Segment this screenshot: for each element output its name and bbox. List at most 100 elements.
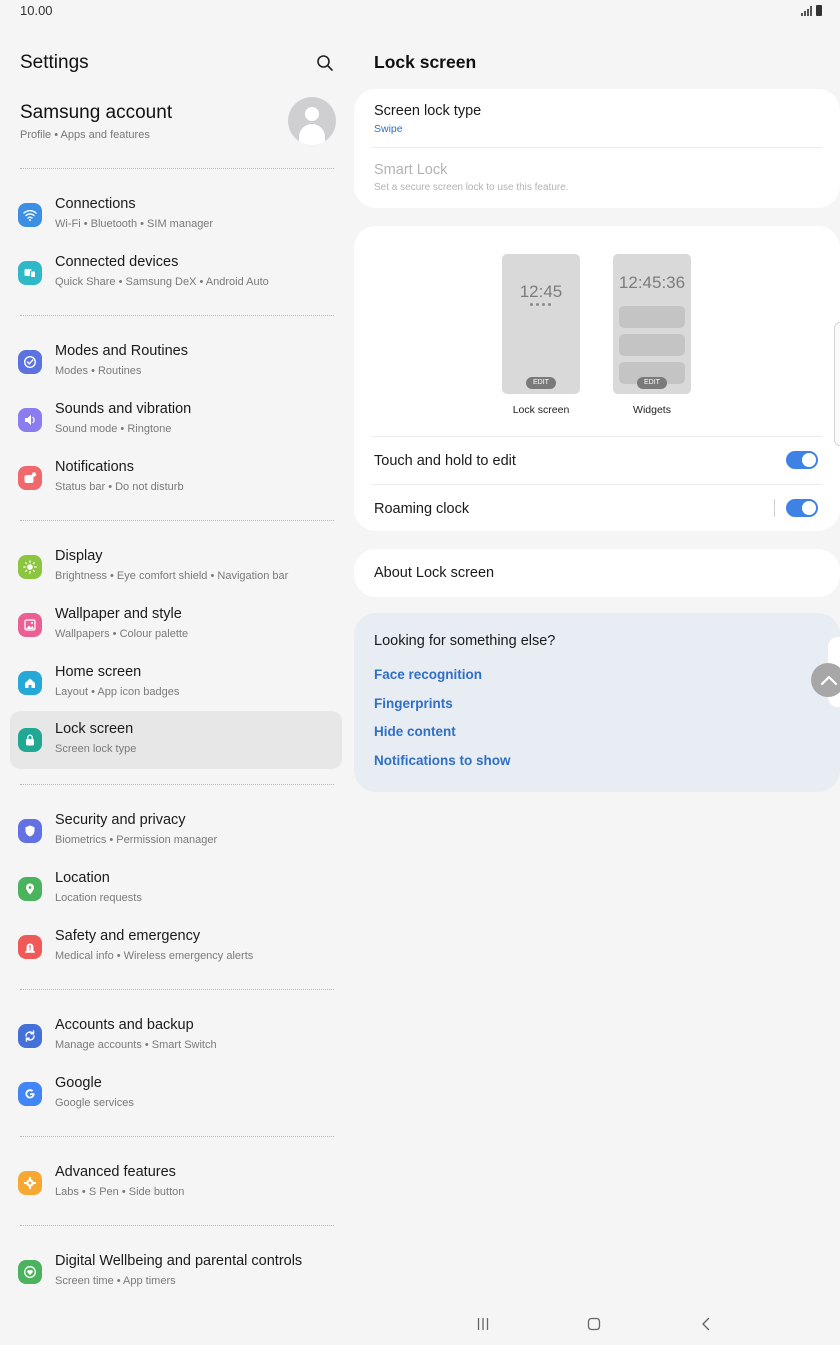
screen-lock-type-title: Screen lock type xyxy=(374,103,482,119)
settings-list-pane: Settings Samsung account Profile • Apps … xyxy=(0,22,352,1302)
wifi-icon xyxy=(18,203,42,227)
smart-lock-item: Smart Lock Set a secure screen lock to u… xyxy=(354,148,840,208)
item-title: Connected devices xyxy=(55,254,179,270)
lock-screen-detail-pane: Lock screen Screen lock type Swipe Smart… xyxy=(354,22,840,1302)
item-title: Advanced features xyxy=(55,1164,176,1180)
sun-icon xyxy=(18,555,42,579)
preview-dots xyxy=(530,303,551,306)
edit-chip: EDIT xyxy=(526,377,556,389)
battery-icon xyxy=(816,5,822,16)
item-title: Notifications xyxy=(55,459,134,475)
lock-icon xyxy=(18,728,42,752)
item-title: Digital Wellbeing and parental controls xyxy=(55,1253,303,1269)
divider xyxy=(20,1225,334,1226)
item-title: Connections xyxy=(55,196,136,212)
item-title: Google xyxy=(55,1075,102,1091)
check-circle-icon xyxy=(18,350,42,374)
divider xyxy=(20,1136,334,1137)
home-square-icon xyxy=(587,1317,601,1331)
item-subtitle: Brightness • Eye comfort shield • Naviga… xyxy=(55,570,289,582)
settings-item-advanced-features[interactable]: Advanced features Labs • S Pen • Side bu… xyxy=(10,1154,342,1212)
settings-item-home-screen[interactable]: Home screen Layout • App icon badges xyxy=(10,654,342,712)
item-subtitle: Labs • S Pen • Side button xyxy=(55,1186,185,1198)
link-hide-content[interactable]: Hide content xyxy=(374,724,456,739)
sync-icon xyxy=(18,1024,42,1048)
suggestions-heading: Looking for something else? xyxy=(374,633,556,649)
home-button[interactable] xyxy=(582,1313,606,1335)
item-subtitle: Google services xyxy=(55,1097,134,1109)
volume-icon xyxy=(18,408,42,432)
item-subtitle: Quick Share • Samsung DeX • Android Auto xyxy=(55,276,269,288)
lock-screen-preview-card: 12:45 EDIT Lock screen 12:45:36 EDIT Wid… xyxy=(354,226,840,531)
image-icon xyxy=(18,613,42,637)
edge-panel-handle[interactable] xyxy=(834,322,840,446)
settings-item-location[interactable]: Location Location requests xyxy=(10,860,342,918)
settings-item-security-and-privacy[interactable]: Security and privacy Biometrics • Permis… xyxy=(10,802,342,860)
settings-item-connections[interactable]: Connections Wi-Fi • Bluetooth • SIM mana… xyxy=(10,186,342,244)
settings-item-digital-wellbeing[interactable]: Digital Wellbeing and parental controls … xyxy=(10,1243,342,1301)
settings-item-safety-and-emergency[interactable]: Safety and emergency Medical info • Wire… xyxy=(10,918,342,976)
widgets-preview[interactable]: 12:45:36 EDIT xyxy=(613,254,691,394)
settings-item-connected-devices[interactable]: Connected devices Quick Share • Samsung … xyxy=(10,244,342,302)
scroll-up-button[interactable] xyxy=(811,663,840,697)
back-icon xyxy=(702,1317,710,1331)
settings-item-modes-and-routines[interactable]: Modes and Routines Modes • Routines xyxy=(10,333,342,391)
touch-and-hold-title: Touch and hold to edit xyxy=(374,453,516,469)
touch-and-hold-item[interactable]: Touch and hold to edit xyxy=(354,437,840,484)
item-subtitle: Manage accounts • Smart Switch xyxy=(55,1039,217,1051)
back-button[interactable] xyxy=(694,1313,718,1335)
item-title: Display xyxy=(55,548,103,564)
link-fingerprints[interactable]: Fingerprints xyxy=(374,696,453,711)
link-notifications-to-show[interactable]: Notifications to show xyxy=(374,753,511,768)
gear-icon xyxy=(18,1171,42,1195)
location-pin-icon xyxy=(18,877,42,901)
widgets-preview-label: Widgets xyxy=(633,404,671,416)
recents-icon xyxy=(477,1318,489,1330)
item-subtitle: Modes • Routines xyxy=(55,365,142,377)
about-lock-screen-item[interactable]: About Lock screen xyxy=(354,549,840,597)
item-subtitle: Layout • App icon badges xyxy=(55,686,180,698)
avatar xyxy=(288,97,336,145)
settings-item-wallpaper-and-style[interactable]: Wallpaper and style Wallpapers • Colour … xyxy=(10,596,342,654)
item-title: Home screen xyxy=(55,664,142,680)
item-title: Sounds and vibration xyxy=(55,401,192,417)
preview-widget xyxy=(619,334,685,356)
status-icons xyxy=(801,4,822,16)
status-time: 10.00 xyxy=(20,3,53,18)
roaming-clock-toggle[interactable] xyxy=(786,499,818,517)
heart-icon xyxy=(18,1260,42,1284)
divider xyxy=(774,499,775,517)
touch-and-hold-toggle[interactable] xyxy=(786,451,818,469)
smart-lock-subtitle: Set a secure screen lock to use this fea… xyxy=(374,182,569,193)
recent-apps-button[interactable] xyxy=(471,1313,495,1335)
devices-icon xyxy=(18,261,42,285)
shield-icon xyxy=(18,819,42,843)
smart-lock-title: Smart Lock xyxy=(374,162,448,178)
item-subtitle: Screen time • App timers xyxy=(55,1275,176,1287)
item-title: Safety and emergency xyxy=(55,928,201,944)
search-button[interactable] xyxy=(314,52,336,74)
settings-item-google[interactable]: Google Google services xyxy=(10,1065,342,1123)
lock-screen-preview[interactable]: 12:45 EDIT xyxy=(502,254,580,394)
screen-lock-type-item[interactable]: Screen lock type Swipe xyxy=(354,89,840,147)
about-lock-screen-label: About Lock screen xyxy=(374,565,495,581)
settings-item-display[interactable]: Display Brightness • Eye comfort shield … xyxy=(10,538,342,596)
settings-item-sounds-and-vibration[interactable]: Sounds and vibration Sound mode • Ringto… xyxy=(10,391,342,449)
status-bar: 10.00 xyxy=(0,0,840,22)
divider xyxy=(20,168,334,169)
samsung-account-item[interactable]: Samsung account Profile • Apps and featu… xyxy=(20,97,340,157)
roaming-clock-item[interactable]: Roaming clock xyxy=(354,485,840,531)
search-icon xyxy=(317,55,333,71)
item-subtitle: Sound mode • Ringtone xyxy=(55,423,172,435)
lock-type-card: Screen lock type Swipe Smart Lock Set a … xyxy=(354,89,840,208)
alert-icon xyxy=(18,935,42,959)
item-subtitle: Biometrics • Permission manager xyxy=(55,834,218,846)
item-subtitle: Status bar • Do not disturb xyxy=(55,481,184,493)
preview-clock: 12:45 xyxy=(519,282,563,301)
settings-item-notifications[interactable]: Notifications Status bar • Do not distur… xyxy=(10,449,342,507)
notification-icon xyxy=(18,466,42,490)
link-face-recognition[interactable]: Face recognition xyxy=(374,667,482,682)
settings-item-lock-screen[interactable]: Lock screen Screen lock type xyxy=(10,711,342,769)
settings-item-accounts-and-backup[interactable]: Accounts and backup Manage accounts • Sm… xyxy=(10,1007,342,1065)
item-subtitle: Screen lock type xyxy=(55,743,137,755)
